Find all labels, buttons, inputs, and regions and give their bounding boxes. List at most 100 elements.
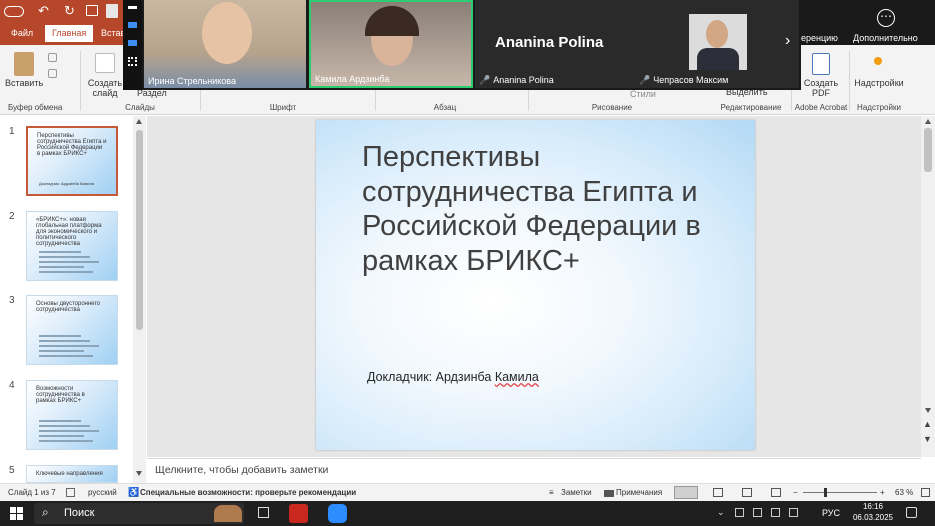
- tray-app-icon[interactable]: [789, 508, 798, 517]
- zoom-in-icon[interactable]: +: [880, 488, 885, 497]
- more-icon[interactable]: ⋯: [877, 9, 895, 27]
- language-indicator[interactable]: русский: [88, 488, 117, 497]
- next-slide-icon[interactable]: ▼: [923, 434, 932, 444]
- scroll-down-arrow[interactable]: [136, 471, 142, 476]
- tray-chevron-icon[interactable]: ⌄: [717, 507, 725, 518]
- zoom-level[interactable]: 63 %: [895, 488, 913, 497]
- paste-button[interactable]: Вставить: [5, 78, 43, 88]
- normal-view-icon[interactable]: [674, 486, 698, 499]
- thumbnail-text-line: [39, 335, 81, 337]
- comments-icon[interactable]: [604, 490, 614, 497]
- qat-icon[interactable]: [106, 4, 118, 18]
- view-icon[interactable]: [128, 6, 137, 9]
- scroll-down-arrow[interactable]: [925, 408, 931, 413]
- tray-app-icon[interactable]: [735, 508, 744, 517]
- slide-scrollbar[interactable]: ▲ ▼: [921, 116, 935, 457]
- styles-button[interactable]: Стили: [630, 89, 656, 99]
- slide-thumbnail[interactable]: Ключевые направления: [26, 465, 118, 483]
- accessibility-icon[interactable]: ♿: [128, 487, 139, 498]
- taskbar-search-box[interactable]: ⌕ Поиск: [34, 503, 244, 524]
- thumbnail-text-line: [39, 435, 84, 437]
- scroll-thumb[interactable]: [136, 130, 143, 330]
- slide-sorter-icon[interactable]: [713, 488, 723, 497]
- grid-icon[interactable]: [128, 57, 137, 66]
- notes-pane[interactable]: Щелкните, чтобы добавить заметки: [147, 458, 921, 482]
- thumbnail-number: 1: [9, 126, 15, 137]
- task-view-icon[interactable]: [258, 507, 269, 518]
- tab-home[interactable]: Главная: [45, 25, 94, 42]
- zoom-out-icon[interactable]: −: [793, 488, 798, 497]
- reading-view-icon[interactable]: [742, 488, 752, 497]
- comments-button[interactable]: Примечания: [616, 488, 662, 497]
- slide-thumbnail[interactable]: «БРИКС+»: новая глобальная платформа для…: [26, 211, 118, 281]
- participant-face: [202, 2, 252, 64]
- tab-file[interactable]: Файл: [11, 28, 33, 38]
- paste-icon[interactable]: [14, 52, 34, 76]
- thumbnails-scrollbar[interactable]: [133, 116, 146, 483]
- current-slide[interactable]: Перспективы сотрудничества Египта и Росс…: [316, 120, 755, 450]
- present-icon[interactable]: [86, 5, 98, 16]
- zoom-taskbar-icon[interactable]: [328, 504, 347, 523]
- thumbnail-number: 4: [9, 380, 15, 391]
- tray-app-icon[interactable]: [771, 508, 780, 517]
- thumbnail-text-line: [39, 420, 81, 422]
- keyboard-language[interactable]: РУС: [822, 508, 840, 518]
- accessibility-status[interactable]: Специальные возможности: проверьте реком…: [140, 488, 356, 497]
- new-slide-button[interactable]: Создать слайд: [84, 78, 126, 98]
- redo-icon[interactable]: ↻: [64, 3, 75, 19]
- notifications-icon[interactable]: [906, 507, 917, 518]
- slide-reporter[interactable]: Докладчик: Ардзинба Камила: [367, 370, 539, 384]
- scroll-up-arrow[interactable]: [136, 119, 142, 124]
- next-page-icon[interactable]: ›: [785, 32, 790, 50]
- participant-tile-active[interactable]: Камила Ардзинба: [309, 0, 473, 88]
- new-slide-icon[interactable]: [95, 53, 115, 73]
- photo-suit: [697, 48, 739, 70]
- autosave-toggle[interactable]: [4, 6, 24, 17]
- group-drawing: Рисование: [591, 103, 633, 112]
- undo-icon[interactable]: ↶: [38, 3, 49, 19]
- group-acrobat: Adobe Acrobat: [794, 103, 848, 112]
- participant-name: 🎤 Ananina Polina: [479, 75, 554, 86]
- tray-app-icon[interactable]: [753, 508, 762, 517]
- addins-button[interactable]: Надстройки: [853, 78, 905, 88]
- divider: [849, 51, 850, 111]
- spellcheck-icon[interactable]: [66, 488, 75, 497]
- fit-slide-icon[interactable]: [921, 488, 930, 497]
- more-button[interactable]: Дополнительно: [853, 33, 918, 43]
- view-icon[interactable]: [128, 22, 137, 28]
- notes-icon[interactable]: ≡: [549, 488, 554, 497]
- view-icon[interactable]: [128, 40, 137, 46]
- create-pdf-button[interactable]: Создать PDF: [800, 78, 842, 98]
- thumbnail-body-lines: [39, 248, 109, 273]
- slide-thumbnail[interactable]: Перспективы сотрудничества Египта и Росс…: [26, 126, 118, 196]
- thumbnail-text-line: [39, 425, 91, 427]
- windows-start-icon[interactable]: [10, 507, 23, 520]
- slide-title[interactable]: Перспективы сотрудничества Египта и Росс…: [362, 140, 742, 278]
- notes-button[interactable]: Заметки: [561, 488, 592, 497]
- slide-thumbnail[interactable]: Возможности сотрудничества в рамках БРИК…: [26, 380, 118, 450]
- scroll-thumb[interactable]: [924, 128, 932, 172]
- create-pdf-icon[interactable]: [812, 53, 830, 75]
- zoom-slider[interactable]: [803, 492, 877, 493]
- cut-icon[interactable]: [48, 53, 57, 62]
- addins-icon[interactable]: [874, 57, 882, 65]
- acrobat-taskbar-icon[interactable]: [289, 504, 308, 523]
- group-paragraph: Абзац: [433, 103, 457, 112]
- conference-button[interactable]: еренцию: [801, 33, 838, 43]
- zoom-slider-thumb[interactable]: [824, 488, 827, 497]
- slide-thumbnail[interactable]: Основы двустороннего сотрудничества: [26, 295, 118, 365]
- slideshow-icon[interactable]: [771, 488, 781, 497]
- taskbar-search-label: Поиск: [64, 507, 95, 519]
- participant-tile[interactable]: Ирина Стрельникова: [144, 0, 306, 88]
- thumbnail-title: Ключевые направления: [36, 471, 103, 477]
- prev-slide-icon[interactable]: ▲: [923, 419, 932, 429]
- thumbnail-number: 2: [9, 211, 15, 222]
- notes-placeholder[interactable]: Щелкните, чтобы добавить заметки: [155, 464, 328, 476]
- thumbnail-text-line: [39, 340, 91, 342]
- copy-icon[interactable]: [48, 69, 57, 78]
- participant-name-text: Ananina Polina: [493, 75, 554, 85]
- tray-icons: [735, 508, 815, 518]
- scroll-up-arrow[interactable]: [925, 119, 931, 124]
- participant-tile[interactable]: Ananina Polina › 🎤 Ananina Polina 🎤 Чепрас…: [475, 0, 799, 88]
- clock[interactable]: 16:16 06.03.2025: [849, 501, 897, 523]
